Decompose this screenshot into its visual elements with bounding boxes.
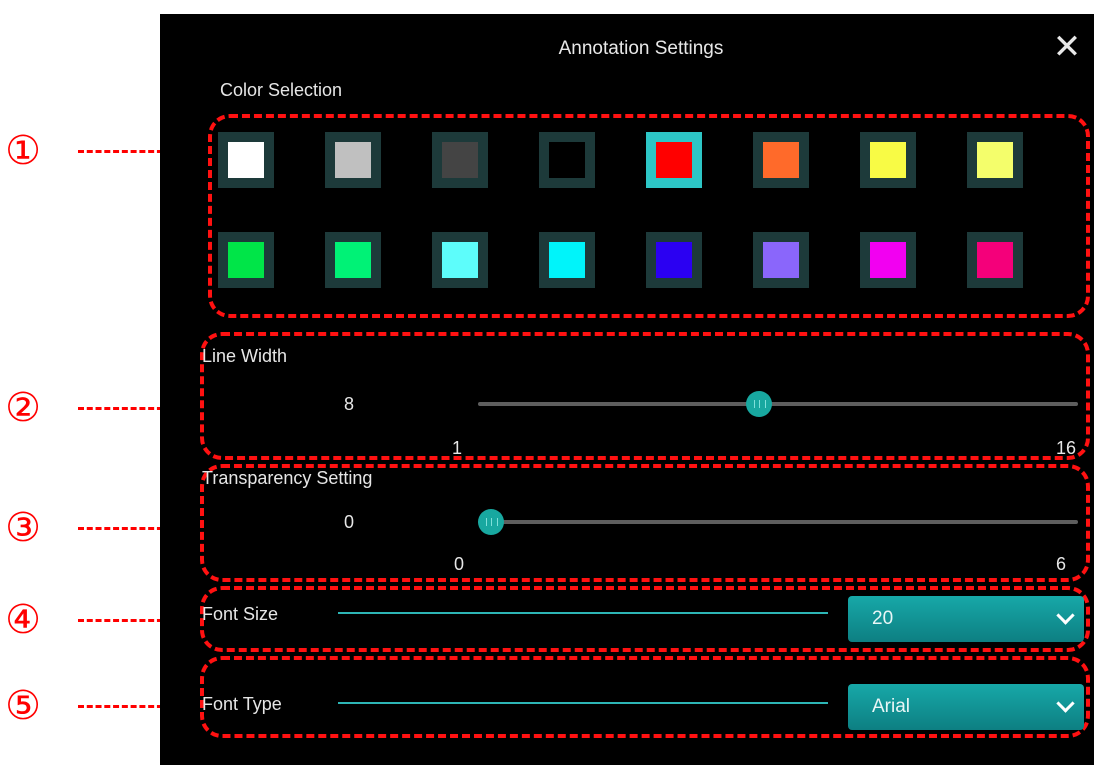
highlight-box-2	[200, 332, 1090, 460]
color-swatch-fill	[977, 142, 1013, 178]
font-size-selected-value: 20	[872, 608, 894, 629]
dialog-title: Annotation Settings	[558, 38, 724, 59]
color-swatch-fill	[870, 242, 906, 278]
color-swatch[interactable]	[539, 132, 595, 188]
callout-number: ①	[5, 128, 41, 174]
font-type-leader-line	[338, 702, 828, 704]
line-width-slider-thumb[interactable]	[746, 391, 772, 417]
color-swatch-fill	[763, 142, 799, 178]
color-swatch[interactable]	[646, 232, 702, 288]
color-swatch[interactable]	[860, 132, 916, 188]
chevron-down-icon	[1056, 694, 1075, 713]
transparency-max: 6	[1056, 554, 1067, 574]
color-swatch[interactable]	[325, 132, 381, 188]
line-width-min: 1	[452, 438, 463, 458]
color-swatch[interactable]	[860, 232, 916, 288]
transparency-min: 0	[454, 554, 465, 574]
color-swatch[interactable]	[967, 232, 1023, 288]
color-selection-label: Color Selection	[220, 80, 343, 100]
transparency-label: Transparency Setting	[202, 468, 373, 488]
color-swatch[interactable]	[432, 132, 488, 188]
line-width-max: 16	[1056, 438, 1077, 458]
color-swatch-fill	[228, 242, 264, 278]
callout-number: ②	[5, 385, 41, 431]
callout-number: ⑤	[5, 683, 41, 729]
transparency-slider-thumb[interactable]	[478, 509, 504, 535]
line-width-slider-track[interactable]	[478, 402, 1078, 406]
color-swatch[interactable]	[753, 232, 809, 288]
color-swatch-fill	[870, 142, 906, 178]
color-swatch-fill	[335, 242, 371, 278]
chevron-down-icon	[1056, 606, 1075, 625]
color-swatch-fill	[442, 242, 478, 278]
color-swatch[interactable]	[218, 132, 274, 188]
color-swatch[interactable]	[325, 232, 381, 288]
color-swatch-fill	[656, 242, 692, 278]
font-type-label: Font Type	[202, 694, 282, 714]
font-type-dropdown[interactable]: Arial	[848, 684, 1084, 730]
color-swatch-fill	[549, 242, 585, 278]
color-swatch-fill	[549, 142, 585, 178]
color-swatch-fill	[977, 242, 1013, 278]
close-icon[interactable]: ✕	[1052, 30, 1082, 64]
transparency-value: 0	[344, 512, 355, 532]
color-swatch-fill	[763, 242, 799, 278]
color-swatch[interactable]	[539, 232, 595, 288]
font-size-leader-line	[338, 612, 828, 614]
color-swatch[interactable]	[967, 132, 1023, 188]
color-swatch-fill	[228, 142, 264, 178]
color-swatch-fill	[442, 142, 478, 178]
font-size-label: Font Size	[202, 604, 279, 624]
color-swatch[interactable]	[753, 132, 809, 188]
line-width-label: Line Width	[202, 346, 288, 366]
color-swatch[interactable]	[646, 132, 702, 188]
color-swatch[interactable]	[432, 232, 488, 288]
callout-number: ③	[5, 505, 41, 551]
callout-number: ④	[5, 597, 41, 643]
color-swatch-fill	[335, 142, 371, 178]
transparency-slider-track[interactable]	[478, 520, 1078, 524]
line-width-value: 8	[344, 394, 355, 414]
font-type-selected-value: Arial	[872, 696, 911, 717]
annotation-settings-dialog: Annotation Settings ✕ Color Selection Li…	[160, 14, 1094, 765]
font-size-dropdown[interactable]: 20	[848, 596, 1084, 642]
color-swatch-grid	[218, 132, 1078, 302]
color-swatch-fill	[656, 142, 692, 178]
color-swatch[interactable]	[218, 232, 274, 288]
